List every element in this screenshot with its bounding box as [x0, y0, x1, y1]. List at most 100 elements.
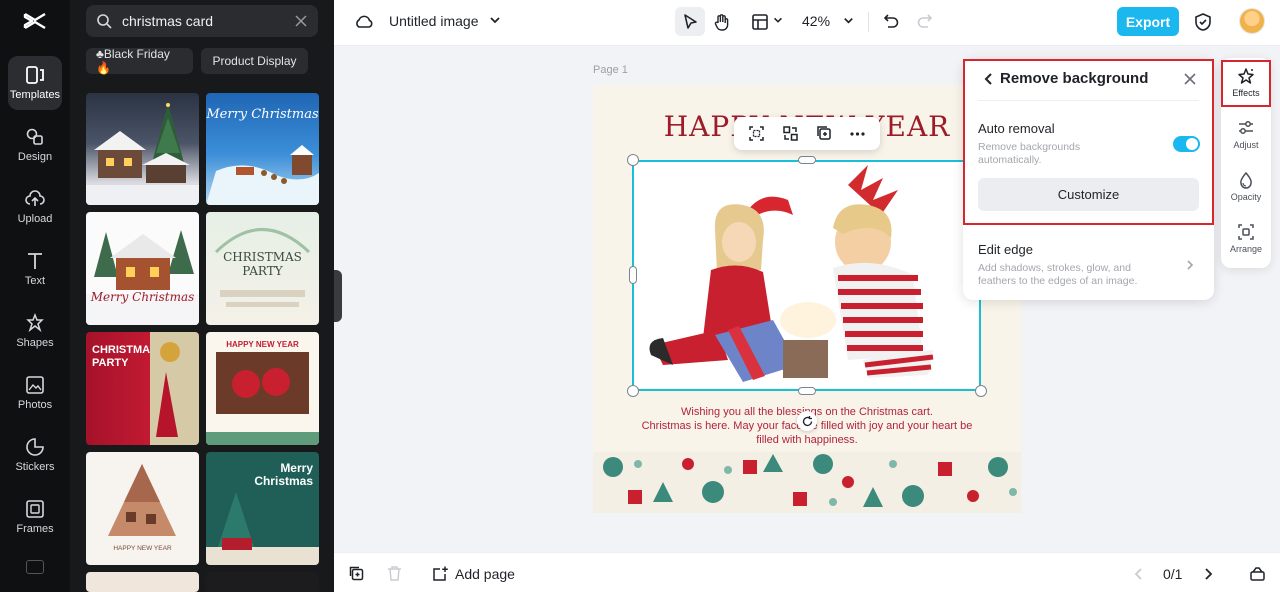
pointer-icon [684, 14, 697, 29]
redo-icon[interactable] [916, 12, 934, 30]
rail-label: Frames [16, 523, 54, 535]
export-button[interactable]: Export [1117, 7, 1179, 36]
bottom-bar: Add page 0/1 [334, 552, 1280, 592]
rail-design[interactable]: Design [8, 118, 62, 172]
template-caption: Merry Christmas [90, 290, 195, 304]
template-card[interactable]: HAPPY NEW YEAR [86, 452, 199, 565]
rail-label: Upload [17, 213, 53, 225]
template-card[interactable]: Merry Christmas [206, 452, 319, 565]
template-card[interactable] [206, 572, 319, 592]
pages-panel-icon[interactable] [1249, 565, 1266, 582]
divider [868, 12, 869, 32]
replace-icon[interactable] [782, 125, 799, 142]
tool-opacity[interactable]: Opacity [1221, 164, 1271, 214]
rail-upload[interactable]: Upload [8, 180, 62, 234]
delete-page-icon[interactable] [386, 565, 403, 582]
tool-label: Adjust [1233, 140, 1259, 150]
collapse-panel-handle[interactable] [334, 270, 342, 322]
resize-handle-bottom[interactable] [798, 387, 816, 395]
adjust-icon [1239, 121, 1253, 134]
resize-handle-top[interactable] [798, 156, 816, 164]
page-label: Page 1 [593, 64, 628, 76]
avatar[interactable] [1239, 8, 1265, 34]
more-apps-icon[interactable] [26, 560, 44, 574]
template-card[interactable]: Merry Christmas [206, 93, 319, 205]
template-card[interactable] [86, 93, 199, 205]
rotate-icon [802, 415, 812, 426]
page-counter: 0/1 [1163, 566, 1183, 582]
rail-text[interactable]: Text [8, 242, 62, 296]
zoom-level[interactable]: 42% [802, 13, 830, 29]
chip-black-friday[interactable]: ♣Black Friday🔥 [86, 47, 193, 75]
search-input[interactable]: christmas card [122, 13, 294, 29]
edit-edge-row[interactable]: Edit edge Add shadows, strokes, glow, an… [963, 235, 1214, 293]
chevron-down-icon[interactable] [842, 14, 855, 27]
resize-handle-bottom-right[interactable] [975, 385, 987, 397]
chevron-down-icon[interactable] [772, 14, 784, 26]
upload-icon [24, 188, 46, 210]
template-card[interactable]: Merry Christmas [86, 212, 199, 325]
tool-label: Opacity [1230, 192, 1262, 202]
template-card[interactable]: HAPPY NEW YEAR [206, 332, 319, 445]
rail-templates[interactable]: Templates [8, 56, 62, 110]
highlight-frame [1221, 60, 1271, 107]
rail-shapes[interactable]: Shapes [8, 304, 62, 358]
document-title[interactable]: Untitled image [389, 13, 479, 29]
tool-arrange[interactable]: Arrange [1221, 216, 1271, 266]
template-caption: HAPPY NEW YEAR [113, 545, 172, 552]
rail-frames[interactable]: Frames [8, 490, 62, 544]
crop-select-icon[interactable] [748, 125, 765, 142]
template-card[interactable]: CHRISTMAS PARTY [206, 212, 319, 325]
chevron-right-icon [1187, 260, 1194, 270]
search-bar[interactable]: christmas card [86, 5, 318, 37]
tool-adjust[interactable]: Adjust [1221, 112, 1271, 162]
template-card[interactable]: CHRISTMAS PARTY [86, 332, 199, 445]
rail-label: Templates [9, 89, 61, 101]
chip-product-display[interactable]: Product Display [201, 48, 308, 74]
more-options-icon[interactable] [849, 125, 866, 142]
arrange-icon [1238, 224, 1254, 240]
cloud-sync-icon[interactable] [354, 12, 374, 32]
rail-stickers[interactable]: Stickers [8, 428, 62, 482]
select-tool-button[interactable] [675, 7, 705, 36]
rotate-handle[interactable] [797, 411, 817, 431]
capcut-logo[interactable] [22, 8, 48, 34]
highlight-frame [963, 59, 1214, 225]
rail-label: Design [17, 151, 53, 163]
add-page-label[interactable]: Add page [455, 566, 515, 582]
chevron-down-icon[interactable] [488, 13, 502, 27]
rail-label: Photos [17, 399, 53, 411]
templates-icon [24, 64, 46, 86]
resize-handle-top-left[interactable] [627, 154, 639, 166]
previous-page-icon[interactable] [1132, 567, 1146, 581]
search-icon [97, 14, 112, 29]
rail-label: Shapes [16, 337, 54, 349]
photos-icon [24, 374, 46, 396]
top-bar: Untitled image 42% Export [334, 0, 1280, 46]
template-card[interactable] [86, 572, 199, 592]
hand-tool-icon[interactable] [712, 12, 732, 32]
layout-icon[interactable] [750, 12, 770, 32]
undo-icon[interactable] [882, 12, 900, 30]
template-panel: christmas card ♣Black Friday🔥 Product Di… [70, 0, 334, 592]
shield-icon[interactable] [1193, 12, 1213, 32]
text-icon [24, 250, 46, 272]
template-caption: Merry Christmas [206, 107, 319, 122]
rail-label: Text [24, 275, 46, 287]
greeting-line: filled with happiness. [756, 434, 858, 446]
resize-handle-left[interactable] [629, 266, 637, 284]
stickers-icon [24, 436, 46, 458]
selection-box [632, 160, 981, 391]
tool-label: Arrange [1229, 244, 1263, 254]
frames-icon [24, 498, 46, 520]
opacity-icon [1240, 171, 1252, 189]
add-page-icon [433, 566, 448, 581]
duplicate-page-icon[interactable] [348, 565, 365, 582]
clear-search-icon[interactable] [294, 14, 308, 28]
duplicate-icon[interactable] [816, 125, 833, 142]
rail-photos[interactable]: Photos [8, 366, 62, 420]
festive-pattern[interactable] [593, 452, 1021, 513]
resize-handle-bottom-left[interactable] [627, 385, 639, 397]
next-page-icon[interactable] [1201, 567, 1215, 581]
design-icon [24, 126, 46, 148]
